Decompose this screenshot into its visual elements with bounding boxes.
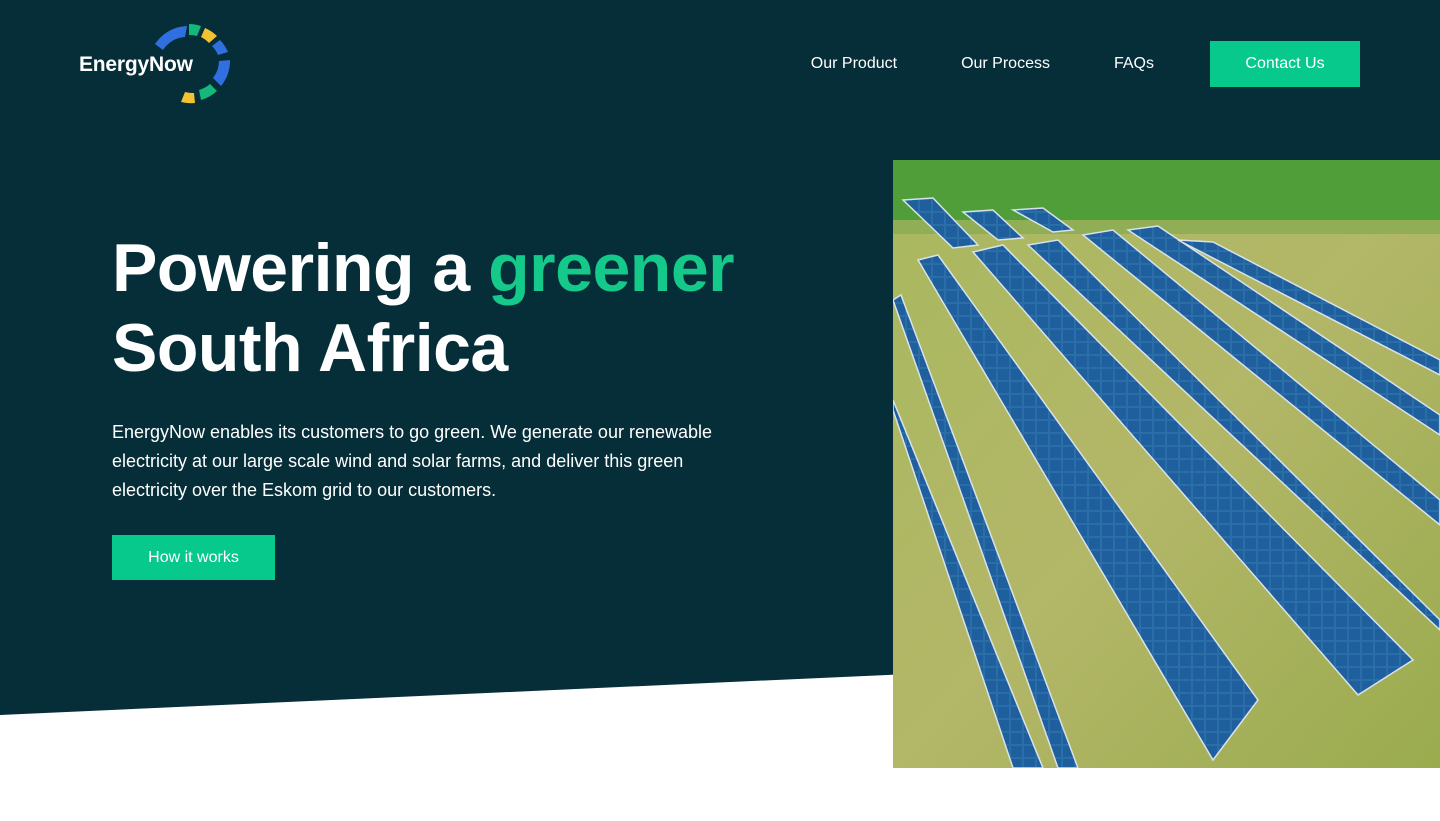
solar-farm-illustration [893, 160, 1440, 768]
nav-faqs[interactable]: FAQs [1114, 55, 1154, 73]
hero-title-accent: greener [488, 230, 735, 306]
hero-title-part1: Powering a [112, 230, 489, 306]
main-nav: Our Product Our Process FAQs Contact Us [811, 41, 1360, 87]
hero-solar-image [893, 160, 1440, 768]
site-header: EnergyNow Our Product Our Process FAQs C… [0, 0, 1440, 125]
logo-pinwheel-icon [155, 24, 231, 104]
landing-page: EnergyNow Our Product Our Process FAQs C… [0, 0, 1440, 821]
hero-title-line2: South Africa [112, 310, 508, 386]
nav-our-product[interactable]: Our Product [811, 55, 897, 73]
nav-our-process[interactable]: Our Process [961, 55, 1050, 73]
contact-us-button[interactable]: Contact Us [1210, 41, 1360, 87]
logo[interactable]: EnergyNow [79, 22, 239, 106]
hero-description: EnergyNow enables its customers to go gr… [112, 422, 713, 500]
how-it-works-button[interactable]: How it works [112, 535, 275, 580]
hero-title: Powering a greener South Africa [112, 228, 812, 388]
